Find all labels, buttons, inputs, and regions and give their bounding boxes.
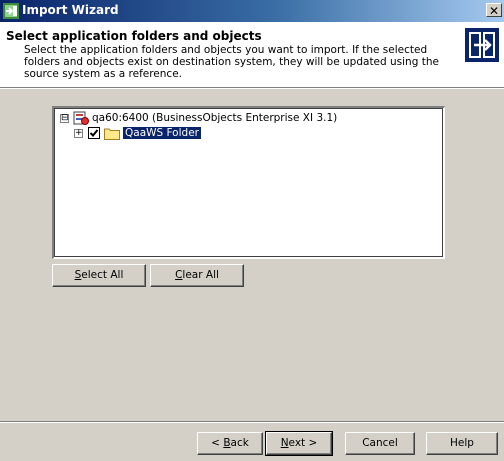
close-icon: ✕ [488, 4, 500, 18]
back-button[interactable]: < Back [197, 432, 263, 455]
title-bar: Import Wizard ✕ [0, 0, 504, 22]
clear-all-button[interactable]: Clear All [150, 264, 244, 287]
footer-divider [0, 421, 504, 423]
back-prefix: < [211, 437, 224, 449]
back-mnemonic: B [223, 437, 231, 449]
import-wizard-window: Import Wizard ✕ Select application folde… [0, 0, 504, 461]
close-button[interactable]: ✕ [486, 3, 502, 18]
next-mnemonic: N [280, 437, 289, 449]
collapse-icon[interactable]: ⊟ [60, 114, 69, 123]
import-wizard-app-icon [3, 3, 19, 19]
server-icon [73, 111, 89, 125]
window-title: Import Wizard [22, 3, 119, 17]
folder-tree[interactable]: ⊟ qa60:6400 (BusinessObjects Enterprise … [52, 106, 445, 259]
select-all-button[interactable]: Select All [52, 264, 146, 287]
wizard-header: Select application folders and objects S… [0, 22, 504, 87]
import-wizard-icon [465, 28, 499, 62]
select-all-label: elect All [81, 269, 124, 281]
tree-root-label[interactable]: qa60:6400 (BusinessObjects Enterprise XI… [92, 112, 337, 124]
next-label: ext > [288, 437, 318, 449]
back-label: ack [230, 437, 249, 449]
page-heading: Select application folders and objects [6, 29, 262, 43]
header-divider [0, 87, 504, 89]
page-description: Select the application folders and objec… [24, 44, 439, 80]
checkmark-icon [89, 129, 99, 137]
clear-all-label: lear All [182, 269, 219, 281]
cancel-button[interactable]: Cancel [345, 432, 415, 455]
help-button[interactable]: Help [426, 432, 498, 455]
folder-checkbox[interactable] [88, 127, 100, 139]
next-button[interactable]: Next > [265, 431, 333, 456]
folder-icon [104, 128, 120, 140]
folder-label[interactable]: QaaWS Folder [122, 126, 202, 140]
expand-icon[interactable]: + [74, 129, 83, 138]
